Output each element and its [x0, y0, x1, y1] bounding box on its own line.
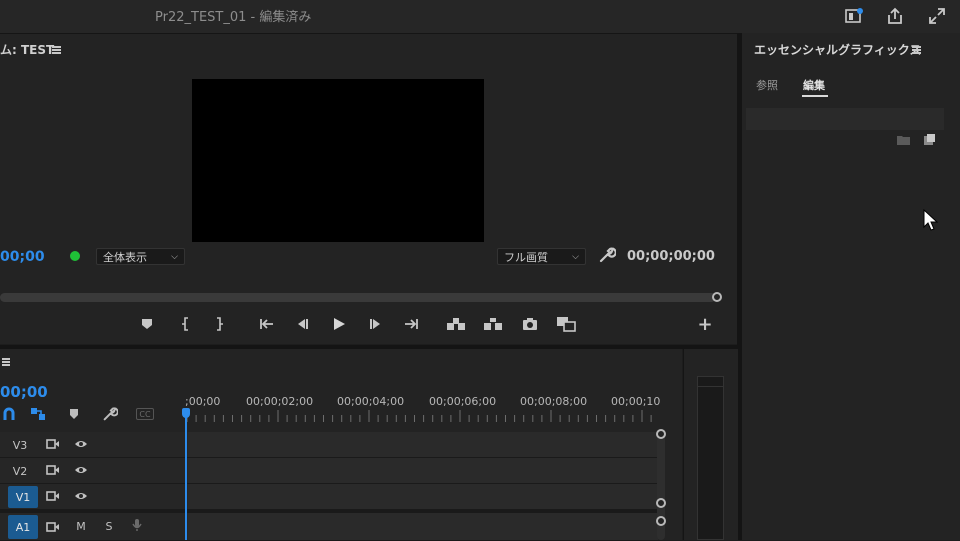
snap-magnet-icon[interactable]	[0, 406, 18, 422]
track-label-a1[interactable]: A1	[8, 515, 38, 539]
timeline-timecode[interactable]: 00;00	[0, 383, 48, 401]
scrub-bar-handle[interactable]	[712, 292, 722, 302]
sync-lock-icon[interactable]	[46, 521, 60, 533]
monitor-scrub-bar[interactable]	[0, 293, 716, 302]
tab-edit[interactable]: 編集	[803, 77, 825, 93]
quality-dropdown[interactable]: フル画質 ⌵	[497, 248, 586, 265]
zoom-dropdown-value: 全体表示	[103, 250, 147, 264]
chevron-down-icon: ⌵	[171, 252, 178, 262]
track-lane-v2[interactable]	[188, 458, 658, 483]
monitor-menu-icon[interactable]	[52, 46, 61, 54]
ruler-label: 00;00;08;00	[520, 395, 588, 408]
go-to-out-icon[interactable]	[400, 314, 422, 334]
ruler-label: ;00;00	[185, 395, 221, 408]
zoom-dropdown[interactable]: 全体表示 ⌵	[96, 248, 185, 265]
add-marker-icon[interactable]	[65, 406, 83, 422]
settings-wrench-icon[interactable]	[598, 246, 617, 264]
track-label-v2[interactable]: V2	[10, 462, 30, 480]
folder-icon[interactable]	[897, 135, 910, 145]
ruler-label: 00;00;10	[611, 395, 661, 408]
track-lane-v1[interactable]	[188, 484, 658, 509]
track-lane-a1[interactable]	[188, 513, 658, 540]
quick-export-icon[interactable]	[842, 4, 866, 28]
duration-timecode: 00;00;00;00	[627, 249, 715, 264]
mark-in-icon[interactable]	[175, 314, 197, 334]
tab-edit-underline	[802, 95, 828, 97]
solo-toggle[interactable]: S	[102, 520, 116, 533]
status-indicator-icon	[70, 251, 80, 261]
scrollbar-handle-top[interactable]	[656, 516, 666, 526]
app-title: Pr22_TEST_01 - 編集済み	[155, 10, 312, 25]
eye-icon[interactable]	[74, 438, 88, 450]
share-icon[interactable]	[883, 4, 907, 28]
new-layer-icon[interactable]	[924, 134, 935, 145]
playhead-handle[interactable]	[182, 408, 190, 418]
maximize-icon[interactable]	[925, 4, 949, 28]
track-lane-v3[interactable]	[188, 432, 658, 457]
linked-selection-icon[interactable]	[29, 406, 47, 422]
timeline-ruler[interactable]	[185, 410, 657, 422]
chevron-down-icon: ⌵	[572, 252, 579, 262]
scrollbar-handle-top[interactable]	[656, 429, 666, 439]
add-marker-icon[interactable]	[136, 314, 158, 334]
sync-lock-icon[interactable]	[46, 490, 60, 502]
graphics-layer-list[interactable]	[746, 108, 944, 130]
mouse-cursor-icon	[923, 209, 939, 231]
step-back-icon[interactable]	[291, 314, 313, 334]
ruler-label: 00;00;06;00	[429, 395, 497, 408]
ruler-label: 00;00;04;00	[337, 395, 405, 408]
step-forward-icon[interactable]	[365, 314, 387, 334]
extract-icon[interactable]	[482, 314, 504, 334]
play-icon[interactable]	[328, 314, 350, 334]
playhead-line[interactable]	[185, 414, 187, 540]
go-to-in-icon[interactable]	[256, 314, 278, 334]
sync-lock-icon[interactable]	[46, 464, 60, 476]
microphone-icon[interactable]	[130, 519, 144, 531]
program-monitor-title: ム: TEST	[0, 43, 55, 57]
timeline-menu-icon[interactable]	[2, 358, 10, 366]
quality-dropdown-value: フル画質	[504, 250, 548, 264]
eye-icon[interactable]	[74, 490, 88, 502]
title-bar	[0, 0, 960, 34]
comparison-view-icon[interactable]	[555, 314, 577, 334]
ruler-label: 00;00;02;00	[246, 395, 314, 408]
audio-meter-clip-indicator	[697, 376, 724, 387]
audio-meter	[697, 376, 724, 540]
scrollbar-handle-bottom[interactable]	[656, 498, 666, 508]
export-frame-icon[interactable]	[519, 314, 541, 334]
mark-out-icon[interactable]	[208, 314, 230, 334]
mute-toggle[interactable]: M	[74, 520, 88, 533]
track-label-v1[interactable]: V1	[8, 486, 38, 508]
sync-lock-icon[interactable]	[46, 438, 60, 450]
video-preview	[192, 79, 484, 242]
track-label-v3[interactable]: V3	[10, 436, 30, 454]
essential-graphics-title: エッセンシャルグラフィックス	[754, 43, 922, 57]
tab-browse[interactable]: 参照	[756, 77, 778, 93]
add-button-icon[interactable]: +	[694, 314, 716, 335]
timeline-settings-wrench-icon[interactable]	[101, 406, 119, 422]
playhead-timecode[interactable]: 00;00	[0, 249, 45, 265]
eye-icon[interactable]	[74, 464, 88, 476]
lift-icon[interactable]	[445, 314, 467, 334]
essential-graphics-menu-icon[interactable]	[912, 46, 921, 54]
captions-icon[interactable]: CC	[136, 408, 154, 420]
